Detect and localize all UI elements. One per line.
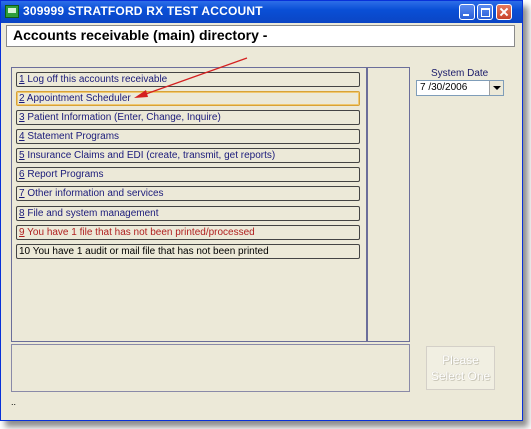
- minimize-button[interactable]: [459, 4, 475, 20]
- close-button[interactable]: [496, 4, 512, 20]
- menu-item-patient-information[interactable]: 3 Patient Information (Enter, Change, In…: [16, 110, 360, 125]
- chevron-down-icon[interactable]: [489, 81, 503, 95]
- menu-item-file-system-management[interactable]: 8 File and system management: [16, 206, 360, 221]
- page-title: Accounts receivable (main) directory -: [13, 27, 268, 43]
- window-title: 309999 STRATFORD RX TEST ACCOUNT: [23, 4, 263, 18]
- maximize-button[interactable]: [477, 4, 493, 20]
- system-date-label: System Date: [431, 68, 489, 79]
- menu-panel: [11, 67, 367, 342]
- system-date-value: 7 /30/2006: [420, 82, 468, 93]
- menu-item-log-off[interactable]: 1 Log off this accounts receivable: [16, 72, 360, 87]
- select-one-button[interactable]: Please Select One: [426, 346, 495, 390]
- side-panel: [367, 67, 410, 342]
- title-bar[interactable]: 309999 STRATFORD RX TEST ACCOUNT: [1, 1, 522, 23]
- message-panel: [11, 344, 410, 392]
- menu-item-other-information[interactable]: 7 Other information and services: [16, 186, 360, 201]
- status-text: ..: [11, 397, 17, 407]
- directory-header: Accounts receivable (main) directory -: [6, 25, 515, 47]
- menu-item-insurance-claims[interactable]: 5 Insurance Claims and EDI (create, tran…: [16, 148, 360, 163]
- system-date-select[interactable]: 7 /30/2006: [416, 80, 504, 96]
- menu-item-appointment-scheduler[interactable]: 2 Appointment Scheduler: [16, 91, 360, 106]
- app-icon: [5, 5, 19, 18]
- menu-item-unprinted-audit-file[interactable]: 10 You have 1 audit or mail file that ha…: [16, 244, 360, 259]
- menu-item-statement-programs[interactable]: 4 Statement Programs: [16, 129, 360, 144]
- menu-item-report-programs[interactable]: 6 Report Programs: [16, 167, 360, 182]
- menu-item-unprinted-file[interactable]: 9 You have 1 file that has not been prin…: [16, 225, 360, 240]
